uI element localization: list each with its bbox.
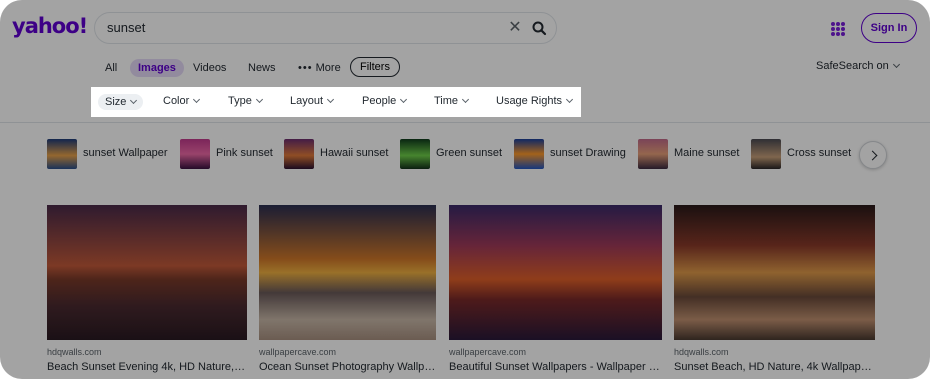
safesearch-toggle[interactable]: SafeSearch on	[816, 60, 900, 72]
related-label: sunset Wallpaper	[83, 147, 168, 159]
page-frame: yahoo! ✕ Sign In All Images Videos News …	[0, 0, 930, 379]
divider	[0, 122, 930, 123]
result-title[interactable]: Beach Sunset Evening 4k, HD Nature, 4k…	[47, 361, 247, 373]
more-dots-icon: •••	[298, 62, 313, 74]
related-label: Cross sunset	[787, 147, 852, 159]
result-source[interactable]: wallpapercave.com	[259, 347, 336, 357]
filter-usage-rights[interactable]: Usage Rights	[496, 95, 574, 107]
chevron-down-icon	[892, 60, 900, 69]
search-icon[interactable]	[531, 20, 547, 36]
related-thumbnail	[751, 139, 781, 169]
chevron-down-icon	[462, 95, 470, 104]
result-title[interactable]: Beautiful Sunset Wallpapers - Wallpaper …	[449, 361, 662, 373]
chevron-down-icon	[193, 95, 201, 104]
apps-grid-icon[interactable]	[831, 22, 845, 36]
tab-images[interactable]: Images	[130, 59, 184, 77]
filter-color[interactable]: Color	[163, 95, 201, 107]
result-image[interactable]	[259, 205, 436, 340]
filter-size-label: Size	[105, 96, 127, 108]
search-box[interactable]: ✕	[94, 12, 557, 44]
filter-people-label: People	[362, 95, 397, 107]
related-label: Green sunset	[436, 147, 503, 159]
sign-in-button[interactable]: Sign In	[861, 13, 917, 43]
filter-usage-rights-label: Usage Rights	[496, 95, 563, 107]
tab-more[interactable]: ••• More	[298, 59, 341, 77]
filter-type[interactable]: Type	[228, 95, 263, 107]
chevron-down-icon	[130, 96, 138, 105]
result-source[interactable]: hdqwalls.com	[47, 347, 102, 357]
related-thumbnail	[180, 139, 210, 169]
filter-bar: Size Color Type Layout People Time Usage…	[91, 87, 581, 117]
result-image[interactable]	[674, 205, 875, 340]
result-title[interactable]: Sunset Beach, HD Nature, 4k Wallpaper…	[674, 361, 875, 373]
tab-more-label: More	[315, 62, 341, 74]
related-thumbnail	[514, 139, 544, 169]
search-input[interactable]	[107, 20, 487, 35]
tab-all[interactable]: All	[105, 59, 117, 77]
filters-button[interactable]: Filters	[350, 57, 400, 77]
result-image[interactable]	[47, 205, 247, 340]
filter-size[interactable]: Size	[98, 94, 144, 110]
filter-time[interactable]: Time	[434, 95, 470, 107]
related-thumbnail	[284, 139, 314, 169]
tab-videos[interactable]: Videos	[193, 59, 226, 77]
filter-layout-label: Layout	[290, 95, 324, 107]
related-next-arrow-icon[interactable]	[859, 141, 887, 169]
filter-time-label: Time	[434, 95, 459, 107]
filter-color-label: Color	[163, 95, 190, 107]
close-icon[interactable]: ✕	[506, 19, 524, 37]
related-label: sunset Drawing	[550, 147, 626, 159]
result-title[interactable]: Ocean Sunset Photography Wallpa…	[259, 361, 436, 373]
related-label: Hawaii sunset	[320, 147, 389, 159]
filter-type-label: Type	[228, 95, 252, 107]
result-source[interactable]: hdqwalls.com	[674, 347, 729, 357]
related-thumbnail	[638, 139, 668, 169]
chevron-down-icon	[326, 95, 335, 104]
result-source[interactable]: wallpapercave.com	[449, 347, 526, 357]
related-label: Maine sunset	[674, 147, 740, 159]
chevron-down-icon	[400, 95, 408, 104]
safesearch-label: SafeSearch on	[816, 60, 889, 72]
related-label: Pink sunset	[216, 147, 273, 159]
filter-people[interactable]: People	[362, 95, 408, 107]
chevron-down-icon	[566, 95, 574, 104]
related-thumbnail	[400, 139, 430, 169]
result-image[interactable]	[449, 205, 662, 340]
filter-layout[interactable]: Layout	[290, 95, 335, 107]
related-thumbnail	[47, 139, 77, 169]
chevron-down-icon	[255, 95, 263, 104]
yahoo-logo[interactable]: yahoo!	[12, 14, 88, 38]
tab-news[interactable]: News	[248, 59, 276, 77]
